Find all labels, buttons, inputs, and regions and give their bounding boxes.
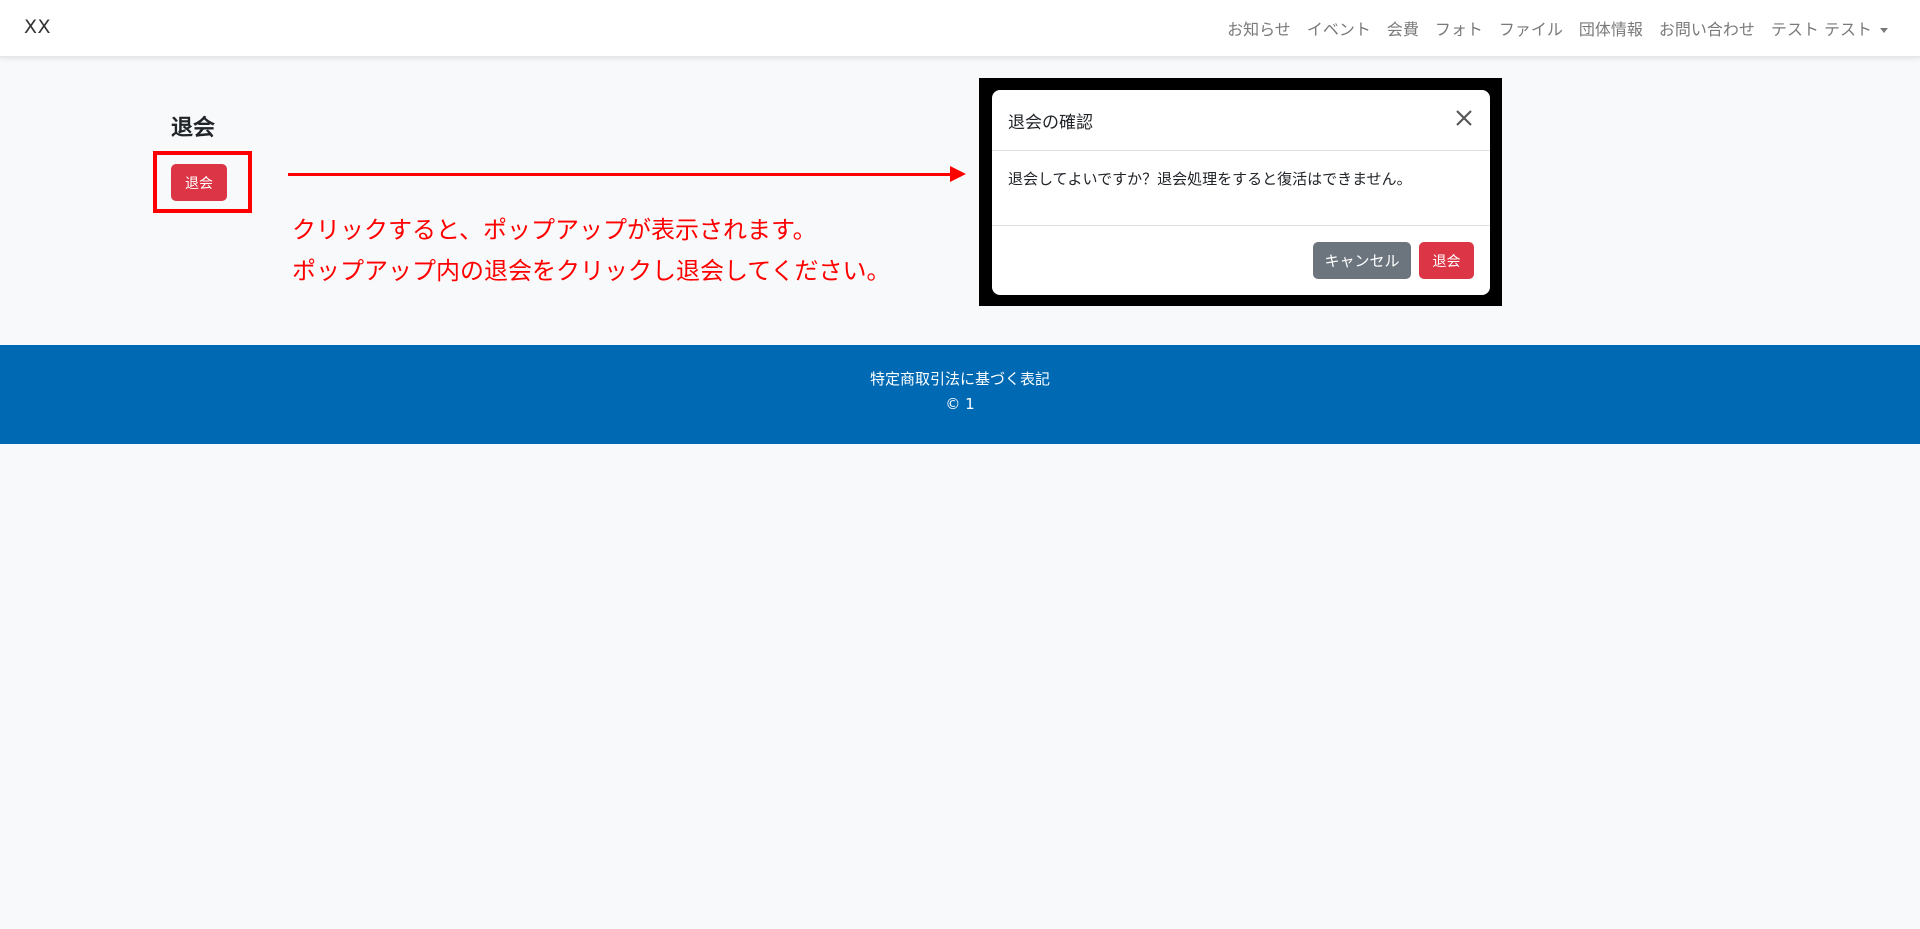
caret-down-icon	[1880, 28, 1888, 33]
modal-header: 退会の確認	[992, 90, 1490, 151]
nav-item-events[interactable]: イベント	[1307, 16, 1371, 40]
user-menu-dropdown[interactable]: テスト テスト	[1771, 16, 1888, 40]
footer: 特定商取引法に基づく表記 © 1	[0, 345, 1920, 444]
footer-copyright: © 1	[945, 395, 975, 413]
cancel-button[interactable]: キャンセル	[1313, 242, 1411, 279]
confirm-modal: 退会の確認 退会してよいですか？退会処理をすると復活はできません。 キャンセル …	[992, 90, 1490, 295]
annotation-text: クリックすると、ポップアップが表示されます。 ポップアップ内の退会をクリックし退…	[292, 210, 891, 292]
arrow-right-icon	[950, 166, 966, 182]
withdraw-button[interactable]: 退会	[171, 164, 227, 201]
annotation-arrow-line	[288, 173, 956, 176]
user-menu-label: テスト テスト	[1770, 20, 1872, 39]
modal-title: 退会の確認	[1008, 113, 1093, 133]
confirm-withdraw-button[interactable]: 退会	[1419, 242, 1474, 279]
nav-item-news[interactable]: お知らせ	[1227, 16, 1291, 40]
navbar: XX お知らせ イベント 会費 フォト ファイル 団体情報 お問い合わせ テスト…	[0, 0, 1920, 57]
close-icon[interactable]	[1452, 106, 1476, 130]
nav-menu: お知らせ イベント 会費 フォト ファイル 団体情報 お問い合わせ テスト テス…	[1227, 16, 1888, 40]
nav-item-photos[interactable]: フォト	[1435, 16, 1483, 40]
nav-item-contact[interactable]: お問い合わせ	[1659, 16, 1755, 40]
nav-item-fees[interactable]: 会費	[1387, 16, 1419, 40]
annotation-line-1: クリックすると、ポップアップが表示されます。	[292, 216, 817, 244]
page-title: 退会	[171, 116, 216, 141]
annotation-line-2: ポップアップ内の退会をクリックし退会してください。	[292, 257, 891, 285]
footer-legal-link[interactable]: 特定商取引法に基づく表記	[0, 368, 1920, 389]
nav-item-files[interactable]: ファイル	[1499, 16, 1563, 40]
modal-footer: キャンセル 退会	[992, 225, 1490, 295]
nav-item-organization[interactable]: 団体情報	[1579, 16, 1643, 40]
modal-body-text: 退会してよいですか？退会処理をすると復活はできません。	[1008, 170, 1412, 188]
brand-logo[interactable]: XX	[24, 16, 51, 38]
